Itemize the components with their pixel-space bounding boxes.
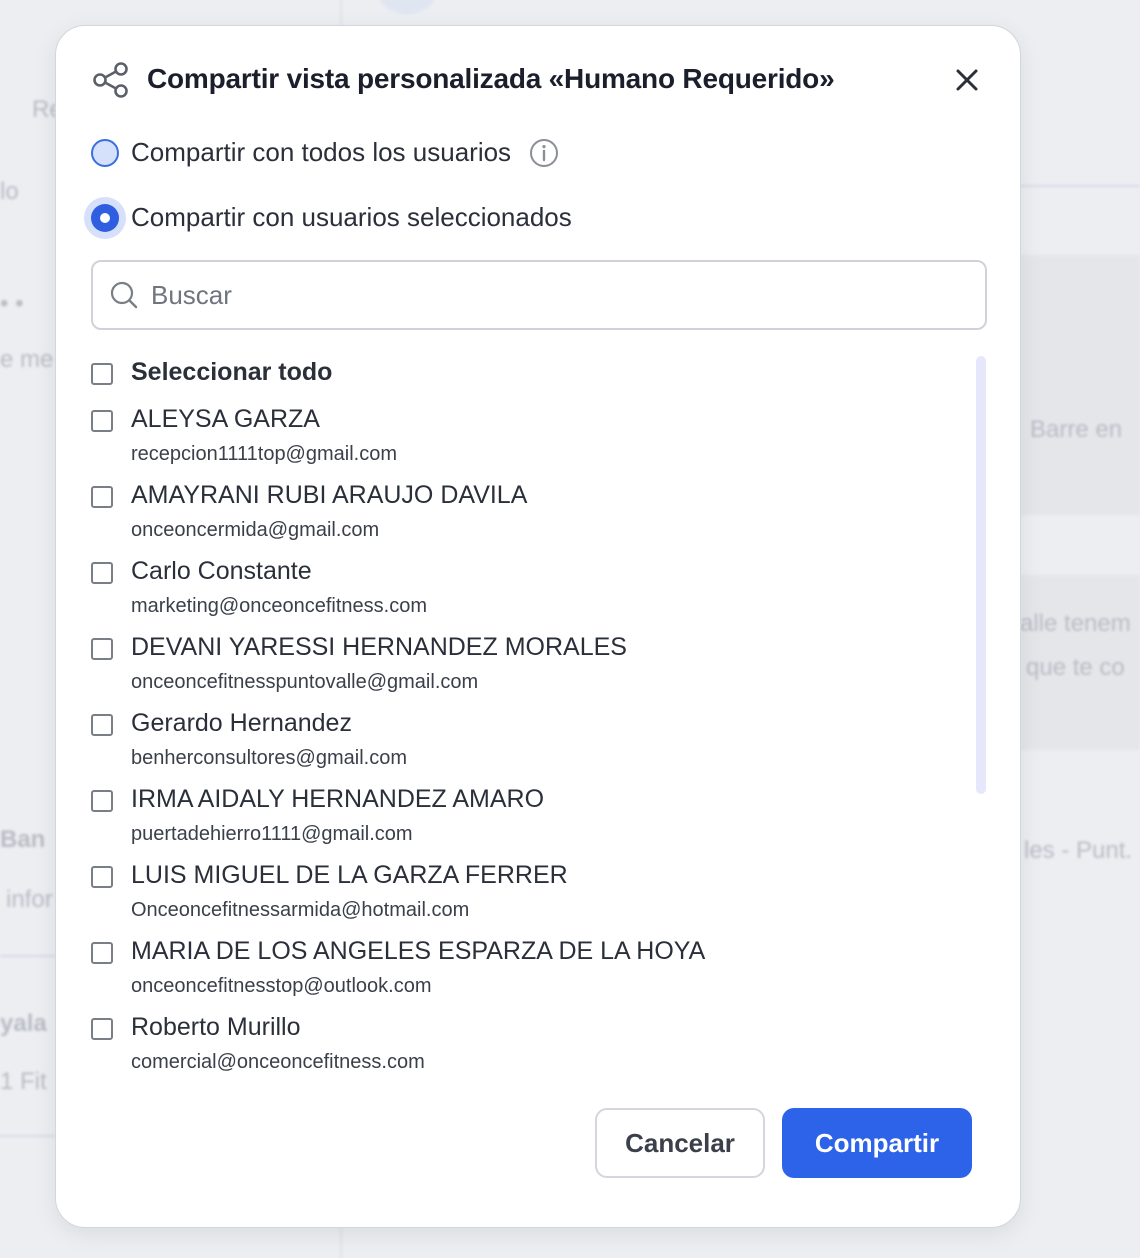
search-field[interactable] [91,260,987,330]
user-checkbox[interactable] [91,866,113,888]
select-all-label: Seleccionar todo [131,358,333,386]
user-checkbox[interactable] [91,942,113,964]
user-checkbox[interactable] [91,486,113,508]
user-checkbox[interactable] [91,410,113,432]
user-email: comercial@onceoncefitness.com [131,1051,425,1073]
option-all-users-label: Compartir con todos los usuarios [131,137,512,167]
background-text: que te co [1026,654,1125,681]
background-divider [0,955,55,957]
user-email: recepcion1111top@gmail.com [131,443,397,465]
list-item[interactable]: AMAYRANI RUBI ARAUJO DAVILA onceoncermid… [91,481,971,557]
option-all-users[interactable]: Compartir con todos los usuarios [91,137,559,168]
background-text: les - Punt. [1024,837,1133,864]
info-icon[interactable] [529,138,559,168]
close-icon[interactable] [951,64,983,96]
share-button[interactable]: Compartir [782,1108,972,1178]
select-all-checkbox[interactable] [91,363,113,385]
user-email: onceoncefitnesstop@outlook.com [131,975,432,997]
list-item[interactable]: Carlo Constante marketing@onceoncefitnes… [91,557,971,633]
list-item[interactable]: DEVANI YARESSI HERNANDEZ MORALES onceonc… [91,633,971,709]
cancel-button[interactable]: Cancelar [595,1108,765,1178]
background-text: Barre en [1030,416,1123,443]
radio-selected-users[interactable] [91,203,119,232]
user-checkbox[interactable] [91,1018,113,1040]
list-item[interactable]: LUIS MIGUEL DE LA GARZA FERRER Onceoncef… [91,861,971,937]
option-selected-users-label: Compartir con usuarios seleccionados [131,202,572,232]
user-name: IRMA AIDALY HERNANDEZ AMARO [131,785,545,813]
user-name: DEVANI YARESSI HERNANDEZ MORALES [131,633,627,661]
background-text: Ban [0,826,46,853]
user-name: AMAYRANI RUBI ARAUJO DAVILA [131,481,528,509]
list-item[interactable]: IRMA AIDALY HERNANDEZ AMARO puertadehier… [91,785,971,861]
list-item[interactable]: ALEYSA GARZA recepcion1111top@gmail.com [91,405,971,481]
user-name: Gerardo Hernandez [131,709,352,737]
option-selected-users[interactable]: Compartir con usuarios seleccionados [91,202,572,233]
user-email: onceoncermida@gmail.com [131,519,380,541]
user-email: Onceoncefitnessarmida@hotmail.com [131,899,470,921]
background-text: alle tenem [1020,610,1131,637]
background-card [1020,255,1140,515]
user-checkbox[interactable] [91,562,113,584]
background-divider [1020,185,1140,187]
user-email: onceoncefitnesspuntovalle@gmail.com [131,671,479,693]
user-email: puertadehierro1111@gmail.com [131,823,413,845]
background-text: yala [0,1010,47,1037]
background-text: 1 Fit [0,1068,47,1095]
dialog-header: Compartir vista personalizada «Humano Re… [91,58,985,106]
dialog-title: Compartir vista personalizada «Humano Re… [147,63,835,94]
user-email: benherconsultores@gmail.com [131,747,407,769]
user-name: Carlo Constante [131,557,312,585]
user-checkbox[interactable] [91,790,113,812]
search-icon [110,281,138,309]
user-list: Seleccionar todo ALEYSA GARZA recepcion1… [91,356,987,1096]
share-icon [93,62,128,98]
user-checkbox[interactable] [91,714,113,736]
user-email: marketing@onceoncefitness.com [131,595,427,617]
share-view-dialog: Compartir vista personalizada «Humano Re… [55,25,1021,1228]
background-divider [0,1135,55,1137]
user-name: MARIA DE LOS ANGELES ESPARZA DE LA HOYA [131,937,706,965]
user-name: Roberto Murillo [131,1013,301,1041]
list-item[interactable]: Gerardo Hernandez benherconsultores@gmai… [91,709,971,785]
list-item[interactable]: MARIA DE LOS ANGELES ESPARZA DE LA HOYA … [91,937,971,1013]
background-text: infor [6,886,53,913]
background-text: e me [0,346,54,373]
user-checkbox[interactable] [91,638,113,660]
background-text: lo [0,178,19,205]
user-name: ALEYSA GARZA [131,405,320,433]
list-item[interactable]: Roberto Murillo comercial@onceoncefitnes… [91,1013,971,1089]
background-text: • • [0,290,24,317]
user-name: LUIS MIGUEL DE LA GARZA FERRER [131,861,568,889]
background-avatar [378,0,436,14]
radio-all-users[interactable] [91,138,119,167]
search-input[interactable] [149,278,973,312]
